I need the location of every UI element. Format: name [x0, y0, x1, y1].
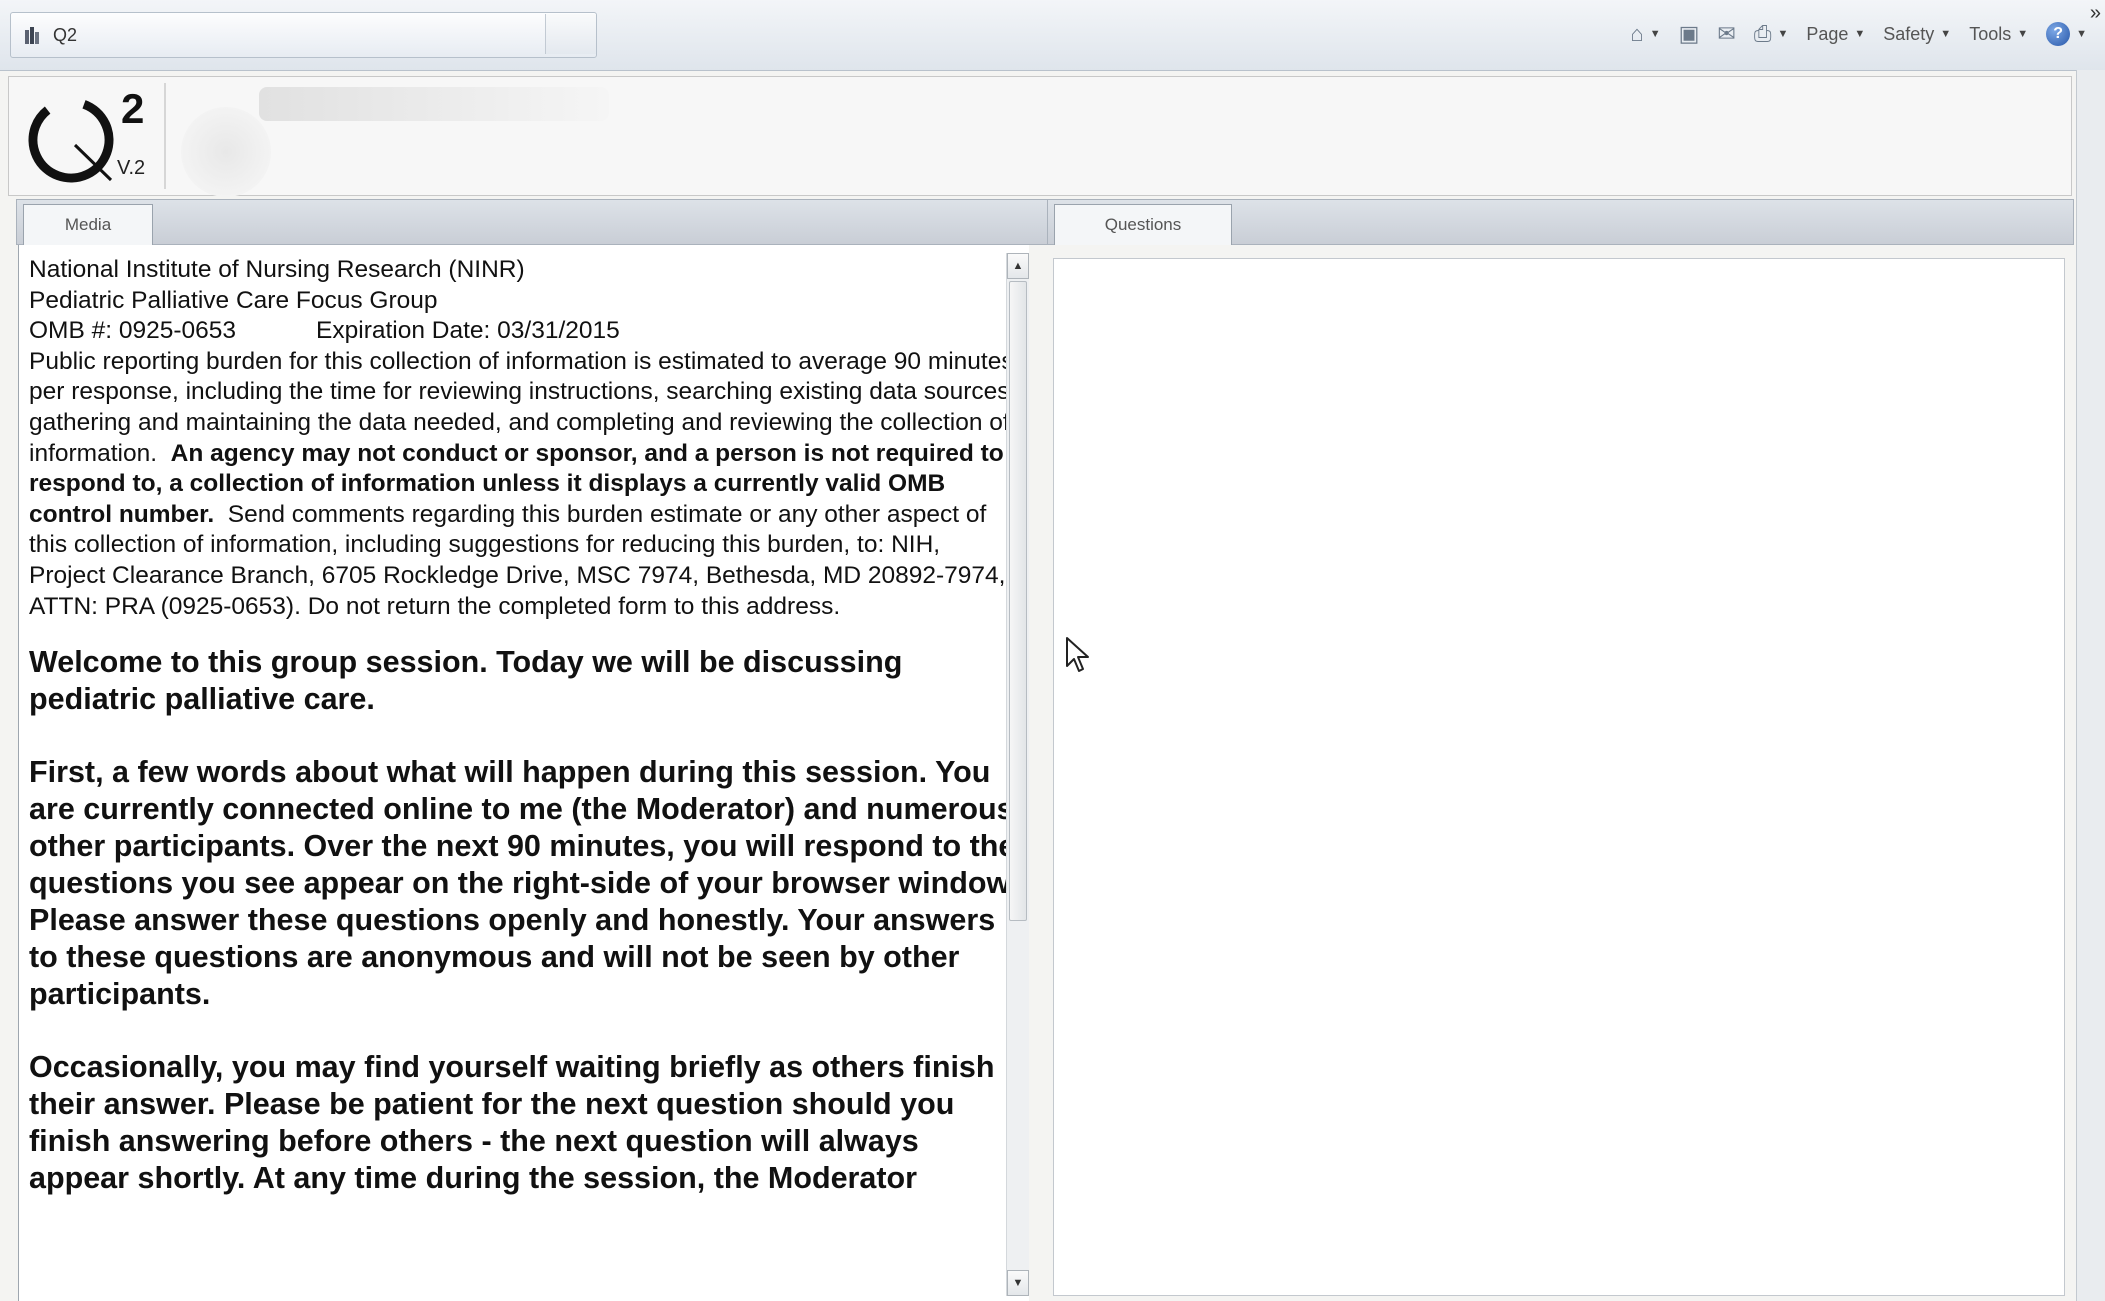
scroll-down-button[interactable]: ▼	[1007, 1270, 1029, 1296]
printer-icon: ⎙	[1753, 21, 1772, 46]
media-panel[interactable]: National Institute of Nursing Research (…	[18, 245, 1029, 1301]
scroll-up-button[interactable]: ▲	[1007, 253, 1029, 279]
group-name: Pediatric Palliative Care Focus Group	[29, 286, 438, 314]
safety-menu[interactable]: Safety ▼	[1883, 24, 1951, 45]
header-divider	[164, 83, 166, 189]
tab-questions[interactable]: Questions	[1054, 204, 1232, 245]
feeds-button[interactable]: ▣	[1679, 21, 1700, 47]
media-scrollbar[interactable]: ▲ ▼	[1006, 253, 1029, 1296]
scroll-thumb[interactable]	[1009, 281, 1027, 921]
home-icon: ⌂	[1630, 21, 1644, 46]
help-icon: ?	[2046, 22, 2071, 46]
logo-version: V.2	[117, 157, 146, 179]
q2-logo: 2 V.2	[23, 85, 163, 190]
burden-statement: Public reporting burden for this collect…	[29, 347, 1019, 622]
chevron-down-icon: ▼	[1940, 28, 1952, 40]
tools-menu-label: Tools	[1969, 23, 2012, 44]
expiration-date: Expiration Date: 03/31/2015	[316, 317, 620, 345]
read-mail-button[interactable]: ✉	[1717, 21, 1735, 47]
welcome-paragraph: Welcome to this group session. Today we …	[29, 645, 903, 717]
browser-tab[interactable]: Q2	[10, 12, 597, 58]
chevron-down-icon: ▼	[1854, 28, 1866, 40]
blurred-image	[181, 107, 271, 197]
mail-icon: ✉	[1717, 21, 1736, 46]
tab-questions-label: Questions	[1104, 215, 1182, 234]
page-menu-label: Page	[1806, 23, 1849, 44]
scroll-down-icon: ▼	[1012, 1277, 1024, 1289]
window-edge	[2076, 70, 2105, 1301]
blurred-banner	[259, 87, 609, 121]
media-tab-strip: Media	[16, 199, 1054, 245]
home-button[interactable]: ⌂ ▼	[1630, 21, 1660, 47]
app-header: 2 V.2	[8, 76, 2072, 197]
tab-media[interactable]: Media	[23, 204, 153, 245]
help-menu[interactable]: ? ▼	[2046, 22, 2087, 46]
chevron-down-icon: ▼	[2017, 28, 2029, 40]
omb-notice: National Institute of Nursing Research (…	[29, 255, 1019, 622]
page-menu[interactable]: Page ▼	[1806, 24, 1865, 45]
command-bar: ⌂ ▼ ▣ ✉ ⎙ ▼ Page ▼ Safety ▼ Tools ▼ ? ▼	[1630, 16, 2087, 52]
chevron-down-icon: ▼	[1777, 28, 1789, 40]
first-paragraph: First, a few words about what will happe…	[29, 755, 1018, 1012]
tab-media-label: Media	[64, 215, 112, 234]
feeds-icon: ▣	[1678, 21, 1700, 46]
new-tab-button[interactable]	[545, 14, 596, 54]
omb-line: OMB #: 0925-0653 Expiration Date: 03/31/2…	[29, 316, 1019, 347]
scroll-up-icon: ▲	[1012, 260, 1024, 272]
mouse-cursor-icon	[1066, 637, 1089, 672]
org-name: National Institute of Nursing Research (…	[29, 256, 525, 283]
chevron-down-icon: ▼	[1649, 28, 1661, 40]
browser-toolbar: Q2 ⌂ ▼ ▣ ✉ ⎙ ▼ Page ▼ Safety ▼ Tools ▼ ?…	[0, 0, 2105, 71]
occasionally-paragraph: Occasionally, you may find yourself wait…	[29, 1050, 995, 1196]
toolbar-overflow-button[interactable]: »	[2090, 2, 2101, 25]
site-favicon-icon	[25, 27, 39, 44]
print-button[interactable]: ⎙ ▼	[1754, 21, 1789, 47]
questions-panel[interactable]	[1053, 258, 2065, 1296]
session-intro: Welcome to this group session. Today we …	[29, 644, 1019, 1197]
tools-menu[interactable]: Tools ▼	[1969, 24, 2028, 45]
q2-logo-icon	[28, 97, 114, 183]
logo-superscript: 2	[121, 85, 145, 132]
questions-tab-strip: Questions	[1047, 199, 2074, 245]
safety-menu-label: Safety	[1883, 23, 1935, 44]
chevron-down-icon: ▼	[2076, 28, 2087, 40]
omb-number: OMB #: 0925-0653	[29, 317, 237, 345]
browser-tab-title: Q2	[53, 25, 78, 45]
media-content: National Institute of Nursing Research (…	[29, 255, 1019, 1233]
